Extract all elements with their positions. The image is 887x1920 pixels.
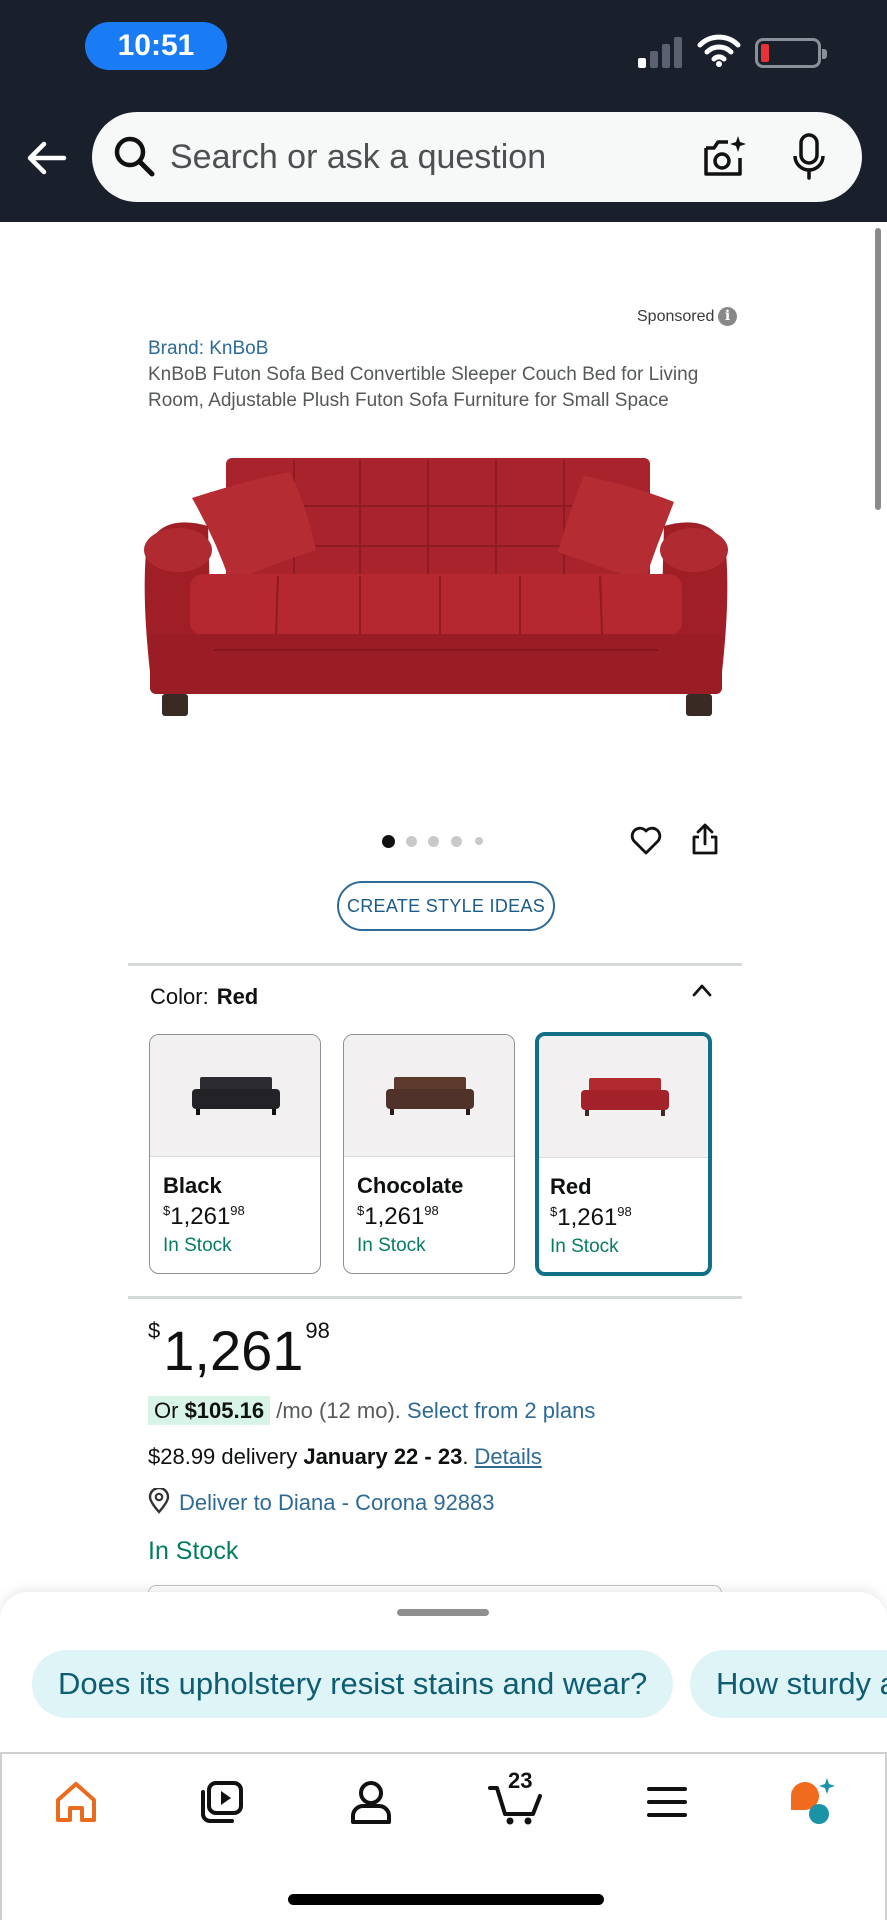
variant-price: $1,26198	[357, 1203, 439, 1230]
select-plans-link[interactable]: Select from 2 plans	[407, 1398, 595, 1423]
color-option-red[interactable]: Red $1,26198 In Stock	[535, 1032, 712, 1276]
search-input[interactable]: Search or ask a question	[170, 112, 546, 202]
variant-price: $1,26198	[163, 1203, 245, 1230]
divider	[128, 963, 742, 966]
heart-icon[interactable]	[630, 824, 662, 856]
search-bar[interactable]: Search or ask a question	[92, 112, 862, 202]
delivery-info: $28.99 delivery January 22 - 23. Details	[148, 1444, 542, 1469]
back-arrow-icon[interactable]	[24, 136, 68, 180]
video-player-icon[interactable]	[198, 1778, 246, 1826]
search-icon	[114, 136, 155, 177]
bottom-navigation: 23	[0, 1752, 887, 1920]
variant-price: $1,26198	[550, 1204, 632, 1231]
sofa-thumbnail-icon	[386, 1077, 474, 1115]
color-thumbnail	[344, 1035, 514, 1157]
cellular-signal-icon	[638, 34, 684, 68]
sofa-thumbnail-icon	[581, 1078, 669, 1116]
selected-color: Red	[216, 984, 259, 1009]
divider	[128, 1296, 742, 1299]
monthly-amount-highlight: Or $105.16	[148, 1396, 271, 1425]
product-price: $1,26198	[148, 1318, 330, 1382]
share-icon[interactable]	[690, 822, 720, 856]
suggestions-sheet: Does its upholstery resist stains and we…	[0, 1592, 887, 1752]
color-label-text: Color:	[150, 984, 209, 1009]
cart-count-badge: 23	[508, 1768, 533, 1793]
chevron-up-icon[interactable]	[690, 980, 714, 1000]
image-carousel-dots[interactable]	[382, 834, 492, 848]
variant-stock: In Stock	[163, 1235, 232, 1256]
color-option-chocolate[interactable]: Chocolate $1,26198 In Stock	[343, 1034, 515, 1274]
info-icon[interactable]: i	[718, 307, 737, 326]
sofa-thumbnail-icon	[192, 1077, 280, 1115]
color-selector-label: Color: Red	[150, 984, 258, 1010]
camera-lens-icon[interactable]	[700, 134, 748, 182]
sponsored-label: Sponsored	[637, 308, 715, 325]
brand-link[interactable]: Brand: KnBoB	[148, 338, 268, 360]
variant-name: Red	[550, 1174, 592, 1199]
stock-status: In Stock	[148, 1537, 239, 1565]
create-style-ideas-button[interactable]: CREATE STYLE IDEAS	[337, 881, 555, 931]
suggestion-chip[interactable]: Does its upholstery resist stains and we…	[32, 1650, 674, 1718]
sheet-drag-handle[interactable]	[397, 1609, 489, 1616]
product-image[interactable]	[138, 450, 734, 730]
rufus-assistant-icon[interactable]	[787, 1778, 835, 1826]
variant-stock: In Stock	[357, 1235, 426, 1256]
menu-icon[interactable]	[643, 1778, 691, 1826]
location-pin-icon	[148, 1488, 170, 1514]
status-time: 10:51	[85, 22, 227, 70]
suggestion-chip[interactable]: How sturdy are the legs?	[690, 1650, 887, 1718]
variant-name: Black	[163, 1173, 222, 1198]
variant-stock: In Stock	[550, 1236, 619, 1257]
variant-name: Chocolate	[357, 1173, 464, 1198]
home-indicator	[288, 1894, 604, 1905]
battery-icon	[755, 38, 827, 68]
color-thumbnail	[150, 1035, 320, 1157]
monthly-payment: Or $105.16 /mo (12 mo). Select from 2 pl…	[148, 1396, 595, 1425]
account-icon[interactable]	[347, 1778, 395, 1826]
microphone-icon[interactable]	[792, 132, 826, 182]
delivery-details-link[interactable]: Details	[475, 1444, 542, 1469]
color-option-black[interactable]: Black $1,26198 In Stock	[149, 1034, 321, 1274]
app-header: 10:51 Search or ask a question	[0, 0, 887, 222]
color-thumbnail	[539, 1036, 708, 1158]
wifi-icon	[697, 34, 741, 67]
product-title[interactable]: KnBoB Futon Sofa Bed Convertible Sleeper…	[148, 362, 718, 414]
scrollbar[interactable]	[875, 228, 881, 510]
deliver-to-link[interactable]: Deliver to Diana - Corona 92883	[179, 1490, 495, 1516]
home-icon[interactable]	[52, 1778, 100, 1826]
